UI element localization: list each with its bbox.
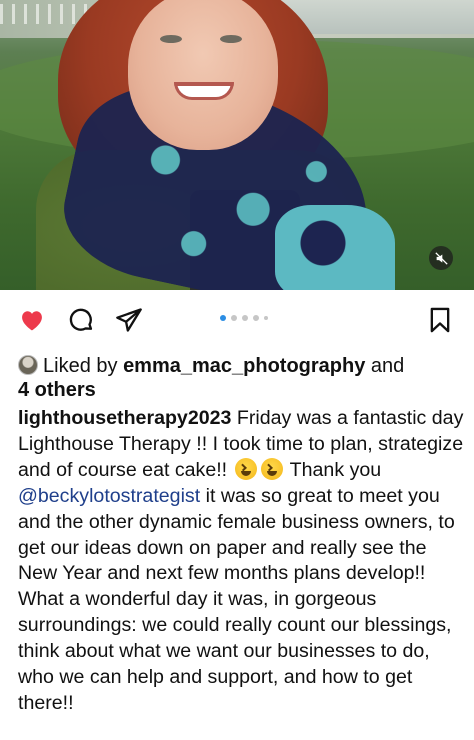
instagram-post: Liked by emma_mac_photography and 4 othe…	[0, 0, 474, 740]
carousel-indicator	[220, 315, 268, 321]
photo-eye-right	[220, 35, 242, 43]
laughing-emoji-icon	[260, 457, 283, 480]
save-button[interactable]	[425, 305, 455, 335]
photo-face	[128, 0, 278, 150]
mute-button[interactable]	[429, 246, 453, 270]
comment-button[interactable]	[66, 305, 96, 335]
likes-others-link[interactable]: 4 others	[18, 379, 96, 401]
caption-text: Thank you	[284, 458, 382, 481]
post-caption: lighthousetherapy2023 Friday was a fanta…	[18, 406, 466, 717]
photo-smile	[174, 82, 234, 100]
like-button[interactable]	[17, 305, 47, 335]
caption-text: it was so great to meet you and the othe…	[18, 484, 455, 714]
liker-avatar[interactable]	[18, 355, 38, 375]
carousel-dot	[253, 315, 259, 321]
share-button[interactable]	[114, 305, 144, 335]
paper-plane-icon	[116, 308, 142, 332]
action-bar	[0, 296, 474, 344]
carousel-dot	[264, 316, 268, 320]
carousel-dot	[231, 315, 237, 321]
likes-connector: and	[365, 355, 405, 377]
photo-scarf-end	[275, 205, 395, 290]
caption-username[interactable]: lighthousetherapy2023	[18, 407, 231, 429]
photo-eye-left	[160, 35, 182, 43]
laughing-emoji-icon	[234, 457, 257, 480]
carousel-dot	[242, 315, 248, 321]
liker-username[interactable]: emma_mac_photography	[123, 355, 365, 377]
heart-filled-icon	[22, 311, 42, 331]
speaker-muted-icon	[434, 251, 448, 265]
comment-bubble-icon	[69, 308, 93, 331]
post-photo[interactable]	[0, 0, 474, 290]
bookmark-icon	[430, 307, 450, 333]
caption-mention-link[interactable]: @beckylotostrategist	[18, 485, 200, 507]
photo-fence	[0, 4, 90, 24]
likes-summary: Liked by emma_mac_photography and 4 othe…	[18, 354, 458, 402]
carousel-dot	[220, 315, 226, 321]
likes-prefix: Liked by	[43, 355, 124, 377]
